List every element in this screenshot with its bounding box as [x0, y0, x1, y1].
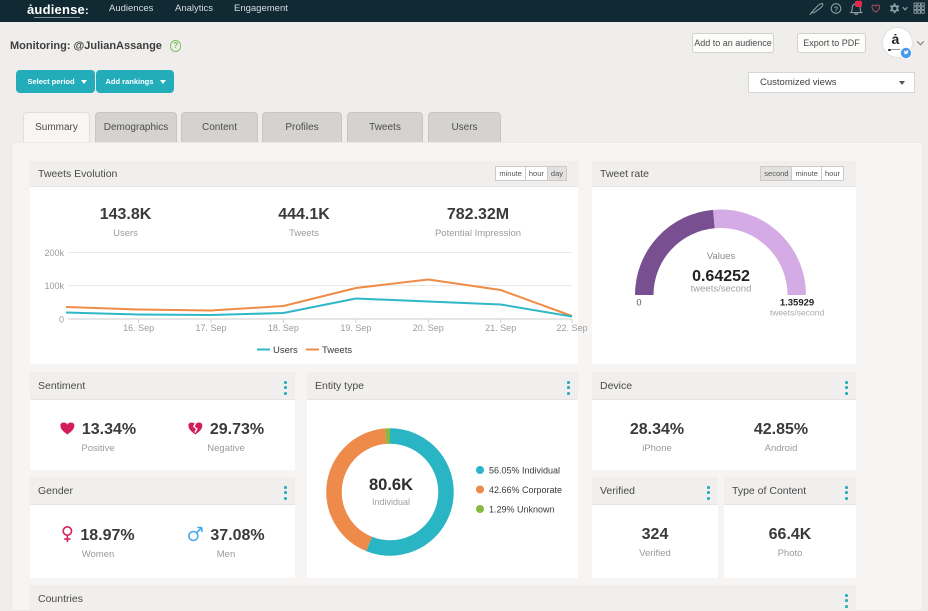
svg-text:22. Sep: 22. Sep: [556, 323, 587, 333]
svg-text:18. Sep: 18. Sep: [268, 323, 299, 333]
svg-text:Values: Values: [707, 251, 736, 262]
svg-text:21. Sep: 21. Sep: [485, 323, 516, 333]
svg-text:0: 0: [59, 315, 64, 325]
svg-text:1.29% Unknown: 1.29% Unknown: [489, 505, 555, 515]
svg-text:19. Sep: 19. Sep: [340, 323, 371, 333]
svg-text:56.05% Individual: 56.05% Individual: [489, 466, 560, 476]
svg-text:Individual: Individual: [372, 497, 410, 507]
svg-text:16. Sep: 16. Sep: [123, 323, 154, 333]
svg-text:42.66% Corporate: 42.66% Corporate: [489, 485, 562, 495]
svg-text:100k: 100k: [44, 281, 64, 291]
svg-text:?: ?: [834, 4, 839, 13]
svg-text:0.64252: 0.64252: [692, 268, 750, 285]
svg-text:tweets/second: tweets/second: [770, 308, 825, 318]
svg-text:200k: 200k: [44, 248, 64, 258]
svg-text:17. Sep: 17. Sep: [195, 323, 226, 333]
svg-text:80.6K: 80.6K: [369, 476, 413, 494]
svg-text:tweets/second: tweets/second: [691, 284, 752, 295]
svg-text:0: 0: [636, 298, 641, 308]
svg-text:Users: Users: [273, 345, 298, 356]
svg-text:Tweets: Tweets: [322, 345, 352, 356]
svg-text:20. Sep: 20. Sep: [413, 323, 444, 333]
